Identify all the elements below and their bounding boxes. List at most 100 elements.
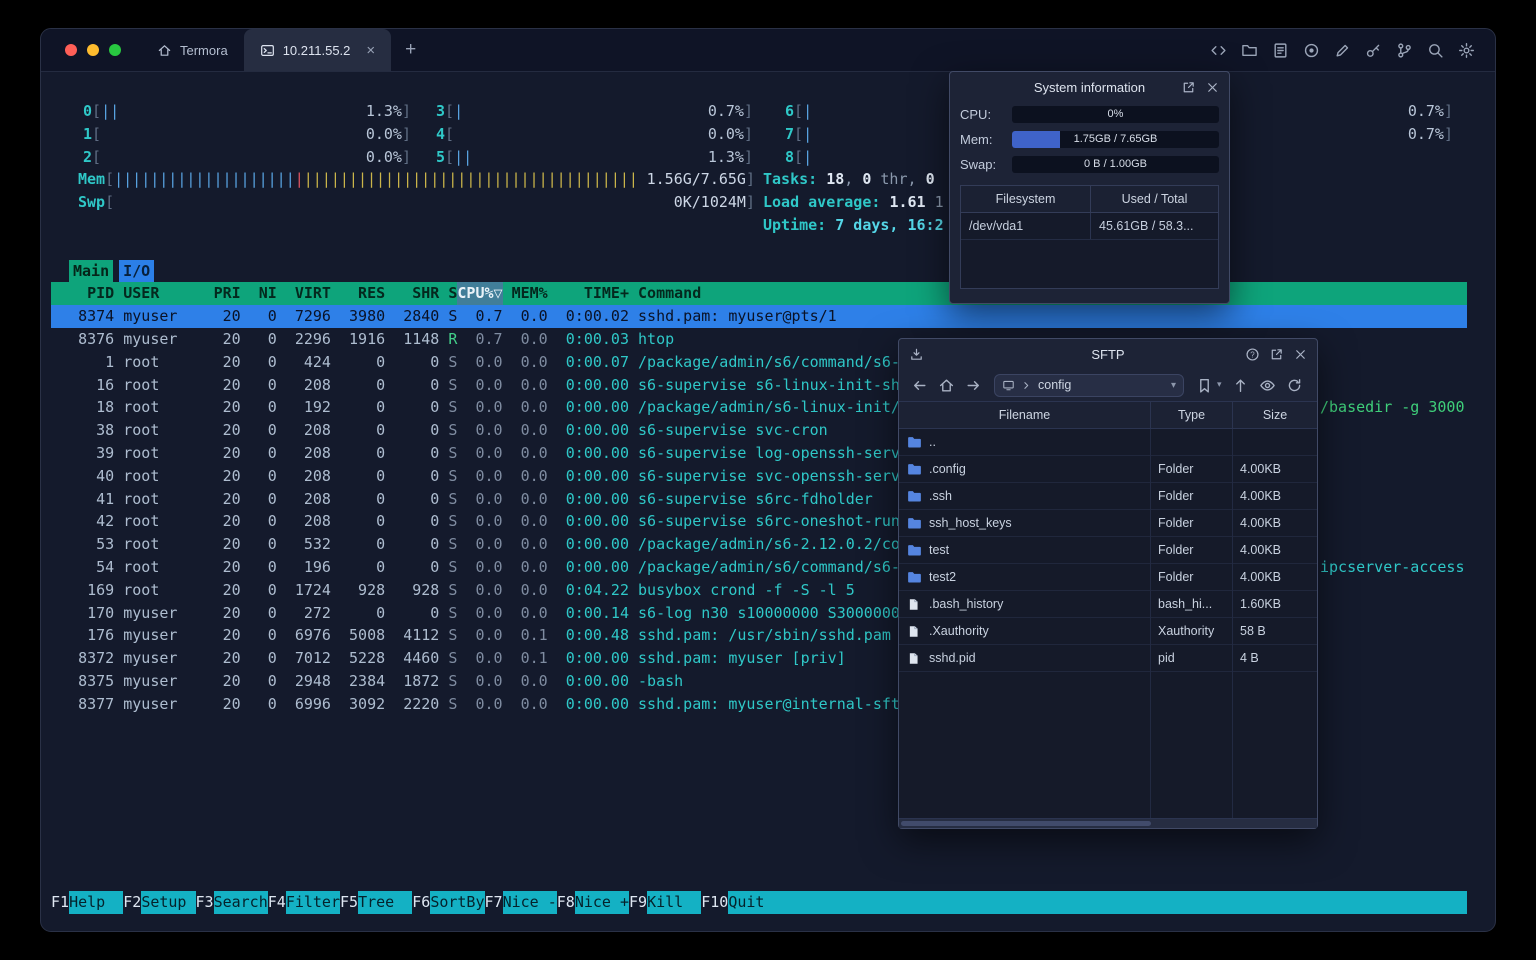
- help-icon[interactable]: ?: [1245, 347, 1260, 362]
- settings-icon[interactable]: [1458, 42, 1475, 59]
- cell-res: 0: [330, 444, 386, 462]
- cell-ni: 0: [240, 375, 277, 394]
- forward-icon[interactable]: [965, 377, 982, 394]
- file-row[interactable]: .ssh Folder 4.00KB: [899, 483, 1317, 510]
- file-row[interactable]: .Xauthority Xauthority 58 B: [899, 618, 1317, 645]
- minimize-window-button[interactable]: [87, 44, 99, 56]
- cell-user: root: [123, 512, 214, 531]
- refresh-icon[interactable]: [1286, 377, 1303, 394]
- cell-pid: 16: [51, 375, 124, 394]
- cell-time: 0:00.00: [547, 535, 629, 554]
- process-row-8374[interactable]: 8374 myuser 20 0 7296 3980 2840 S 0.7 0.…: [51, 305, 1467, 328]
- key-icon[interactable]: [1365, 42, 1382, 59]
- fkey-f2[interactable]: F2 Setup: [123, 891, 196, 914]
- folder-icon[interactable]: [1241, 42, 1258, 59]
- cell-res: 1916: [330, 330, 386, 348]
- bookmark-icon[interactable]: [1196, 377, 1213, 394]
- cell-mem: 0.0: [502, 330, 548, 348]
- close-icon[interactable]: [1205, 80, 1220, 95]
- folder-icon: [907, 515, 923, 531]
- cell-cpu: 0.0: [457, 535, 503, 554]
- open-in-window-icon[interactable]: [1181, 80, 1196, 95]
- cell-shr: 4460: [385, 649, 440, 668]
- file-row[interactable]: test Folder 4.00KB: [899, 537, 1317, 564]
- cell-res: 0: [330, 603, 386, 622]
- cell-user: root: [123, 421, 214, 440]
- cell-user: myuser: [123, 603, 214, 622]
- file-row[interactable]: ..: [899, 429, 1317, 456]
- window-titlebar: Termora 10.211.55.2 × +: [41, 29, 1495, 72]
- fnbar-filler: [782, 891, 1467, 914]
- filename-cell: test: [899, 542, 1150, 558]
- file-row[interactable]: .bash_history bash_hi... 1.60KB: [899, 591, 1317, 618]
- metric-value: 0 B / 1.00GB: [1084, 158, 1147, 170]
- cell-shr: 2220: [385, 694, 440, 713]
- cell-cpu: 0.0: [457, 512, 503, 531]
- bookmark-caret-icon[interactable]: ▾: [1217, 380, 1222, 390]
- system-information-panel: System information CPU: 0% Mem: 1.75GB / 7.…: [949, 71, 1230, 304]
- type-cell: Folder: [1158, 462, 1194, 476]
- file-row[interactable]: .config Folder 4.00KB: [899, 456, 1317, 483]
- type-cell: Folder: [1158, 489, 1194, 503]
- filename-column-header[interactable]: Filename: [899, 402, 1150, 429]
- eye-icon[interactable]: [1259, 377, 1276, 394]
- cell-cpu: 0.0: [457, 558, 503, 576]
- terminal-line: 0[|| 1.3%] 3[| 0.7%] 6[| 0.7%]: [51, 100, 1467, 123]
- cell-state: S: [439, 626, 458, 645]
- file-row[interactable]: ssh_host_keys Folder 4.00KB: [899, 510, 1317, 537]
- back-icon[interactable]: [911, 377, 928, 394]
- cell-mem: 0.0: [502, 444, 548, 462]
- htop-tab-main[interactable]: Main: [69, 259, 114, 283]
- code-icon[interactable]: [1210, 42, 1227, 59]
- cell-res: 928: [330, 580, 386, 599]
- search-icon[interactable]: [1427, 42, 1444, 59]
- fkey-f4[interactable]: F4 Filter: [268, 891, 340, 914]
- fkey-f6[interactable]: F6 SortBy: [412, 891, 485, 914]
- fkey-f7[interactable]: F7 Nice -: [485, 891, 557, 914]
- fkey-f1[interactable]: F1 Help: [51, 891, 124, 914]
- metric-progressbar: 0%: [1012, 106, 1219, 123]
- chevron-down-icon[interactable]: ▾: [1171, 380, 1176, 391]
- cell-command: /package/admin/s6-2.12.0.2/co: [629, 535, 900, 554]
- file-row[interactable]: sshd.pid pid 4 B: [899, 645, 1317, 672]
- branch-icon[interactable]: [1396, 42, 1413, 59]
- tab-ssh-session[interactable]: 10.211.55.2 ×: [243, 29, 392, 71]
- fkey-f8[interactable]: F8 Nice +: [557, 891, 629, 914]
- fkey-f10[interactable]: F10 Quit: [701, 891, 783, 914]
- cell-state: S: [439, 444, 458, 462]
- cell-mem: 0.1: [502, 626, 548, 645]
- cell-user: root: [123, 352, 214, 371]
- filename-cell: sshd.pid: [899, 650, 1150, 666]
- fkey-f9[interactable]: F9 Kill: [629, 891, 702, 914]
- cell-pri: 20: [213, 444, 241, 462]
- process-table-header[interactable]: PID USER PRI NI VIRT RES SHR SCPU%▽ MEM%…: [51, 282, 1467, 306]
- cell-virt: 208: [276, 466, 331, 485]
- filesystem-row[interactable]: /dev/vda1 45.61GB / 58.3...: [961, 213, 1218, 240]
- cell-ni: 0: [240, 694, 277, 713]
- cell-time: 0:00.07: [547, 352, 629, 371]
- up-directory-icon[interactable]: [1232, 377, 1249, 394]
- htop-tab-io[interactable]: I/O: [119, 259, 155, 283]
- logs-icon[interactable]: [1272, 42, 1289, 59]
- fkey-f3[interactable]: F3 Search: [196, 891, 268, 914]
- horizontal-scrollbar[interactable]: [899, 818, 1317, 828]
- edit-icon[interactable]: [1334, 42, 1351, 59]
- zoom-window-button[interactable]: [109, 44, 121, 56]
- download-icon[interactable]: [909, 347, 924, 362]
- open-in-window-icon[interactable]: [1269, 347, 1284, 362]
- record-icon[interactable]: [1303, 42, 1320, 59]
- path-breadcrumb[interactable]: config ▾: [994, 373, 1184, 397]
- tab-termora[interactable]: Termora: [141, 29, 244, 71]
- scrollbar-thumb[interactable]: [901, 821, 1151, 826]
- cell-res: 2384: [330, 672, 386, 690]
- home-icon[interactable]: [938, 377, 955, 394]
- cpu-meter-2: 2[0.0%]: [83, 147, 411, 166]
- close-tab-icon[interactable]: ×: [366, 43, 375, 58]
- type-column-header[interactable]: Type: [1150, 402, 1232, 429]
- close-window-button[interactable]: [65, 44, 77, 56]
- close-icon[interactable]: [1293, 347, 1308, 362]
- size-column-header[interactable]: Size: [1232, 402, 1317, 429]
- file-row[interactable]: test2 Folder 4.00KB: [899, 564, 1317, 591]
- fkey-f5[interactable]: F5 Tree: [340, 891, 413, 914]
- new-tab-button[interactable]: +: [391, 29, 430, 71]
